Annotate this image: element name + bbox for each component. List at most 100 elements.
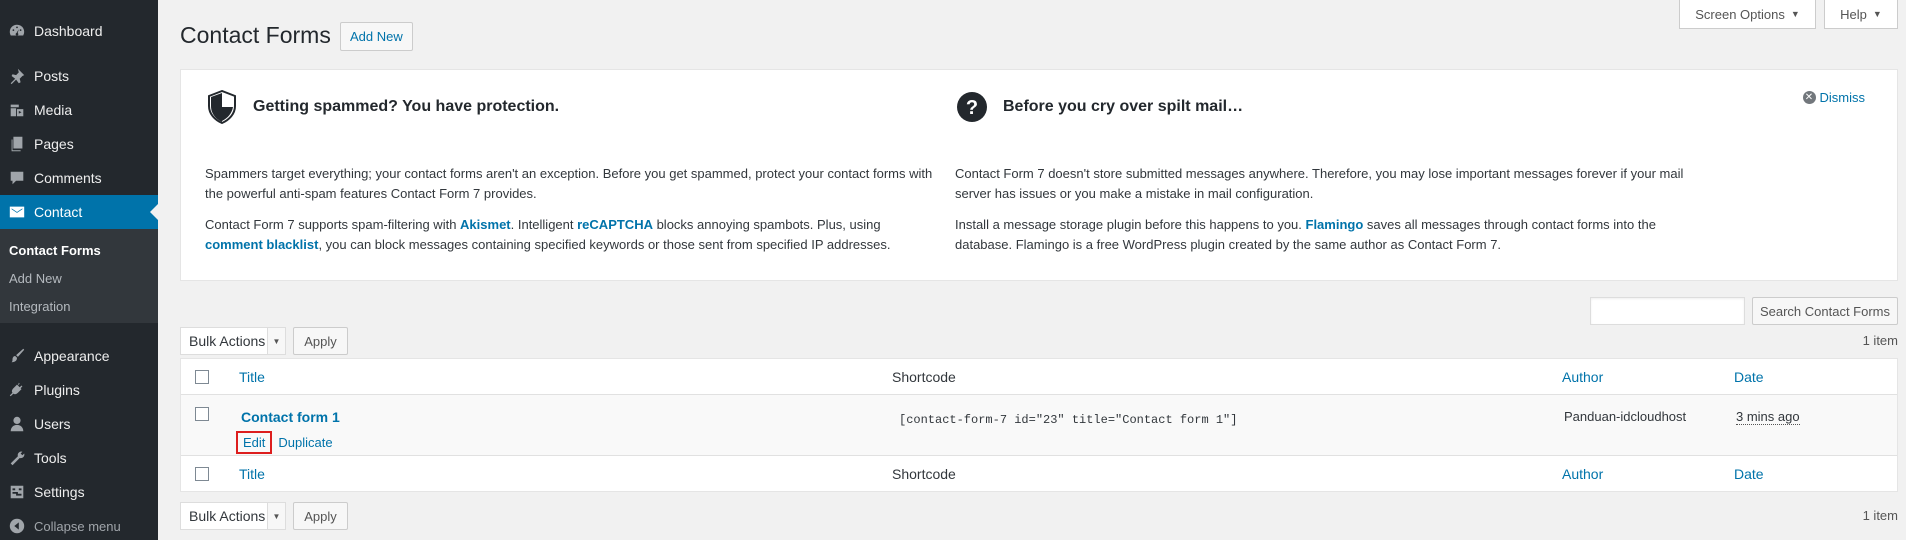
screen-options-tab[interactable]: Screen Options ▼	[1679, 0, 1816, 29]
sidebar-item-settings[interactable]: Settings	[0, 475, 158, 509]
comment-blacklist-link[interactable]: comment blacklist	[205, 237, 318, 252]
sidebar-item-media[interactable]: Media	[0, 93, 158, 127]
sidebar-item-label: Contact	[34, 204, 83, 220]
sidebar-item-comments[interactable]: Comments	[0, 161, 158, 195]
help-label: Help	[1840, 6, 1867, 22]
sidebar-item-label: Dashboard	[34, 23, 103, 39]
text-span: , you can block messages containing spec…	[318, 237, 891, 252]
sidebar-item-posts[interactable]: Posts	[0, 59, 158, 93]
select-all-checkbox[interactable]	[195, 370, 209, 384]
search-input[interactable]	[1590, 297, 1745, 325]
table-row: Contact form 1 Edit Duplicate [contact-f…	[181, 395, 1897, 455]
column-date-footer[interactable]: Date	[1734, 466, 1764, 482]
text-span: blocks annoying spambots. Plus, using	[652, 217, 881, 232]
chevron-down-icon: ▼	[267, 503, 285, 529]
sidebar-item-label: Tools	[34, 450, 67, 466]
akismet-link[interactable]: Akismet	[460, 217, 511, 232]
search-contact-forms-button[interactable]: Search Contact Forms	[1752, 297, 1898, 325]
mail-icon	[0, 195, 34, 229]
items-count-top: 1 item	[1862, 333, 1898, 348]
comment-icon	[0, 161, 34, 195]
pin-icon	[0, 59, 34, 93]
text-span: Contact Form 7 supports spam-filtering w…	[205, 217, 461, 232]
welcome-mail-paragraph-2: Install a message storage plugin before …	[955, 215, 1685, 255]
select-all-checkbox-footer[interactable]	[195, 467, 209, 481]
plugin-icon	[0, 373, 34, 407]
sidebar-item-label: Posts	[34, 68, 70, 84]
column-title[interactable]: Title	[239, 369, 265, 385]
wrench-icon	[0, 441, 34, 475]
submenu-item-contact-forms[interactable]: Contact Forms	[9, 243, 101, 258]
date-value: 3 mins ago	[1736, 409, 1800, 425]
chevron-down-icon: ▼	[267, 328, 285, 354]
screen-options-label: Screen Options	[1695, 6, 1785, 22]
shortcode-text: [contact-form-7 id="23" title="Contact f…	[899, 413, 1238, 427]
column-author[interactable]: Author	[1562, 369, 1603, 385]
sidebar-item-label: Users	[34, 416, 71, 432]
column-shortcode: Shortcode	[892, 369, 956, 385]
welcome-panel: ✕ Dismiss Getting spammed? You have prot…	[180, 69, 1898, 281]
caret-down-icon: ▼	[1790, 9, 1800, 19]
welcome-spam-paragraph-2: Contact Form 7 supports spam-filtering w…	[205, 215, 935, 255]
sidebar-item-tools[interactable]: Tools	[0, 441, 158, 475]
apply-button-bottom[interactable]: Apply	[293, 502, 348, 530]
apply-button-top[interactable]: Apply	[293, 327, 348, 355]
svg-text:?: ?	[966, 97, 978, 119]
collapse-menu-button[interactable]: Collapse menu	[0, 509, 158, 540]
dismiss-link[interactable]: ✕ Dismiss	[1802, 90, 1865, 105]
sidebar-item-label: Media	[34, 102, 73, 118]
form-title-link[interactable]: Contact form 1	[241, 409, 340, 425]
sidebar-item-label: Pages	[34, 136, 74, 152]
text-span: . Intelligent	[510, 217, 578, 232]
sidebar-item-label: Appearance	[34, 348, 110, 364]
bulk-actions-label: Bulk Actions	[189, 333, 266, 349]
media-icon	[0, 93, 34, 127]
bulk-actions-label: Bulk Actions	[189, 508, 266, 524]
help-tab[interactable]: Help ▼	[1824, 0, 1898, 29]
caret-down-icon: ▼	[1872, 9, 1882, 19]
submenu-item-add-new[interactable]: Add New	[9, 271, 62, 286]
edit-link[interactable]: Edit	[236, 431, 273, 454]
flamingo-link[interactable]: Flamingo	[1306, 217, 1364, 232]
duplicate-link[interactable]: Duplicate	[278, 435, 332, 450]
column-author-footer[interactable]: Author	[1562, 466, 1603, 482]
column-title-footer[interactable]: Title	[239, 466, 265, 482]
contact-submenu: Contact Forms Add New Integration	[0, 229, 158, 323]
sidebar-item-pages[interactable]: Pages	[0, 127, 158, 161]
column-date[interactable]: Date	[1734, 369, 1764, 385]
sidebar-item-users[interactable]: Users	[0, 407, 158, 441]
collapse-label: Collapse menu	[34, 518, 121, 534]
question-icon: ?	[955, 90, 989, 124]
row-actions: Edit Duplicate	[236, 431, 333, 454]
table-footer: Title Shortcode Author Date	[181, 455, 1897, 491]
close-icon: ✕	[1802, 91, 1816, 104]
sidebar-item-contact[interactable]: Contact	[0, 195, 158, 229]
row-checkbox[interactable]	[195, 407, 209, 421]
bulk-actions-select-top[interactable]: Bulk Actions ▼	[180, 327, 286, 355]
contact-forms-table: Title Shortcode Author Date Contact form…	[180, 358, 1898, 492]
recaptcha-link[interactable]: reCAPTCHA	[577, 217, 653, 232]
pages-icon	[0, 127, 34, 161]
sidebar-item-label: Plugins	[34, 382, 80, 398]
sidebar-item-dashboard[interactable]: Dashboard	[0, 14, 158, 48]
dashboard-icon	[0, 14, 34, 48]
add-new-button[interactable]: Add New	[340, 22, 413, 51]
welcome-spam-title: Getting spammed? You have protection.	[253, 98, 560, 115]
author-name: Panduan-idcloudhost	[1564, 409, 1687, 424]
welcome-spam-paragraph-1: Spammers target everything; your contact…	[205, 166, 933, 201]
sidebar-item-label: Comments	[34, 170, 102, 186]
settings-icon	[0, 475, 34, 509]
welcome-mail-title: Before you cry over spilt mail…	[1003, 98, 1244, 115]
bulk-actions-select-bottom[interactable]: Bulk Actions ▼	[180, 502, 286, 530]
admin-sidebar: Dashboard Posts Media Pages Comments Con…	[0, 0, 158, 540]
sidebar-item-appearance[interactable]: Appearance	[0, 339, 158, 373]
column-shortcode-footer: Shortcode	[892, 466, 956, 482]
submenu-item-integration[interactable]: Integration	[9, 299, 70, 314]
items-count-bottom: 1 item	[1862, 508, 1898, 523]
user-icon	[0, 407, 34, 441]
collapse-icon	[0, 509, 34, 540]
sidebar-item-label: Settings	[34, 484, 85, 500]
sidebar-item-plugins[interactable]: Plugins	[0, 373, 158, 407]
page-title: Contact Forms	[180, 22, 331, 48]
paintbrush-icon	[0, 339, 34, 373]
